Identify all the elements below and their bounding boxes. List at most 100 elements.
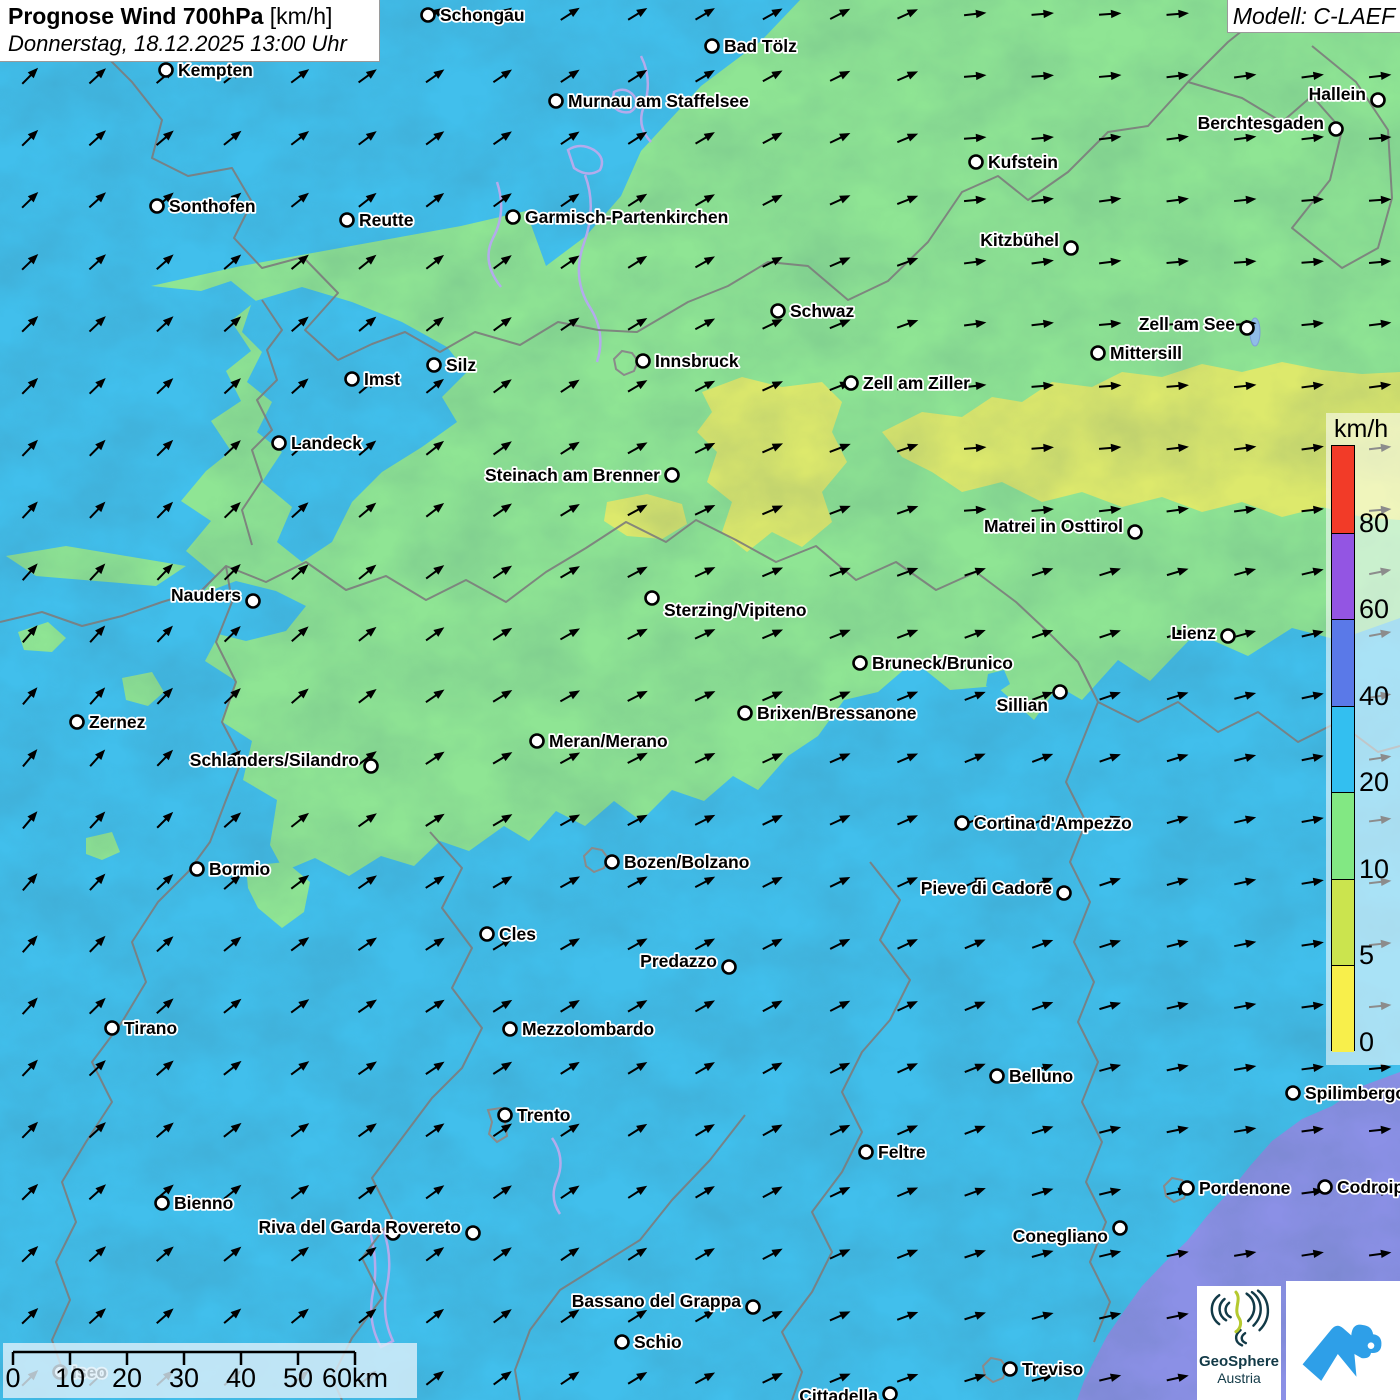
city-label: Cles	[499, 924, 536, 944]
city: Schio	[616, 1332, 682, 1352]
distance-scale-bar: 0102030405060km	[3, 1343, 417, 1398]
city: Zell am Ziller	[845, 373, 971, 393]
city: Silz	[428, 355, 477, 375]
city: Bozen/Bolzano	[606, 852, 750, 872]
legend-tick: 0	[1359, 1027, 1399, 1055]
city-marker	[606, 856, 619, 869]
city-marker	[160, 64, 173, 77]
city-label: Imst	[364, 369, 400, 389]
city: Murnau am Staffelsee	[550, 91, 750, 111]
city-marker	[1065, 242, 1078, 255]
city: Garmisch-Partenkirchen	[507, 207, 729, 227]
legend-tick: 80	[1359, 508, 1399, 536]
city-marker	[723, 961, 736, 974]
city-label: Meran/Merano	[549, 731, 668, 751]
city-marker	[1287, 1087, 1300, 1100]
city-marker	[666, 469, 679, 482]
city-label: Brixen/Bressanone	[757, 703, 917, 723]
geosphere-contour-icon	[1201, 1286, 1277, 1350]
city-marker	[273, 437, 286, 450]
city-marker	[428, 359, 441, 372]
geosphere-logo-name: GeoSphere	[1197, 1353, 1281, 1370]
city-label: Cittadella	[799, 1386, 878, 1400]
city-label: Belluno	[1009, 1066, 1073, 1086]
city-label: Silz	[446, 355, 476, 375]
wind-forecast-map-page: SchongauBad TölzKemptenMurnau am Staffel…	[0, 0, 1400, 1400]
city-marker	[1004, 1363, 1017, 1376]
city-label: Predazzo	[640, 951, 717, 971]
city-marker	[1319, 1181, 1332, 1194]
city-label: Pordenone	[1199, 1178, 1291, 1198]
city-marker	[507, 211, 520, 224]
mountain-cloud-icon	[1286, 1281, 1400, 1400]
city-marker	[956, 817, 969, 830]
city-label: Innsbruck	[655, 351, 739, 371]
city-label: Schio	[634, 1332, 682, 1352]
legend-tick: 10	[1359, 854, 1399, 882]
city-label: Spilimbergo	[1305, 1083, 1400, 1103]
legend-segment	[1332, 706, 1354, 793]
city-marker	[1114, 1222, 1127, 1235]
map-title-box: Prognose Wind 700hPa [km/h] Donnerstag, …	[0, 0, 380, 62]
city: Bassano del Grappa	[572, 1291, 760, 1314]
map-title-text: Prognose Wind 700hPa	[8, 3, 263, 29]
city: Cles	[481, 924, 537, 944]
city: Brixen/Bressanone	[739, 703, 917, 723]
city-label: Mittersill	[1110, 343, 1182, 363]
city-marker	[772, 305, 785, 318]
city-marker	[1330, 123, 1343, 136]
city-marker	[706, 40, 719, 53]
city-label: Bormio	[209, 859, 270, 879]
city-marker	[71, 716, 84, 729]
legend-segment	[1332, 965, 1354, 1052]
city-marker	[550, 95, 563, 108]
city: Berchtesgaden	[1198, 113, 1343, 136]
city-marker	[1058, 887, 1071, 900]
city-marker	[365, 760, 378, 773]
city-label: Sonthofen	[169, 196, 256, 216]
city-label: Conegliano	[1013, 1226, 1108, 1246]
city-label: Tirano	[124, 1018, 177, 1038]
model-label: Modell: C-LAEF	[1227, 0, 1400, 33]
city-marker	[531, 735, 544, 748]
city-label: Codroipo	[1337, 1177, 1400, 1197]
city-marker	[106, 1022, 119, 1035]
city-label: Steinach am Brenner	[485, 465, 660, 485]
legend-segment	[1332, 792, 1354, 879]
city-label: Riva del Garda	[258, 1217, 381, 1237]
city-marker	[747, 1301, 760, 1314]
city-label: Kempten	[178, 60, 253, 80]
legend-segment	[1332, 446, 1354, 533]
city-label: Kufstein	[988, 152, 1058, 172]
city-marker	[1241, 322, 1254, 335]
city-marker	[845, 377, 858, 390]
city-marker	[504, 1023, 517, 1036]
city-label: Schwaz	[790, 301, 854, 321]
city-label: Matrei in Osttirol	[984, 516, 1123, 536]
city-label: Pieve di Cadore	[921, 878, 1053, 898]
city-label: Cortina d'Ampezzo	[974, 813, 1132, 833]
map-title: Prognose Wind 700hPa [km/h]	[8, 3, 332, 30]
legend-tick: 60	[1359, 594, 1399, 622]
city-label: Kitzbühel	[980, 230, 1059, 250]
city: Mezzolombardo	[504, 1019, 655, 1039]
city-marker	[739, 707, 752, 720]
city-marker	[422, 9, 435, 22]
legend-title: km/h	[1334, 415, 1388, 444]
city-marker	[499, 1109, 512, 1122]
city: Steinach am Brenner	[485, 465, 679, 485]
city-marker	[970, 156, 983, 169]
city-label: Trento	[517, 1105, 570, 1125]
city-marker	[1129, 526, 1142, 539]
city-label: Zell am Ziller	[863, 373, 970, 393]
city: Matrei in Osttirol	[984, 516, 1142, 539]
city-label: Schlanders/Silandro	[190, 750, 359, 770]
geosphere-logo: GeoSphere Austria	[1197, 1286, 1281, 1400]
city-marker	[346, 373, 359, 386]
city-marker	[1372, 94, 1385, 107]
city: Riva del Garda	[258, 1217, 399, 1240]
city-marker	[481, 928, 494, 941]
city-marker	[191, 863, 204, 876]
city-label: Bruneck/Brunico	[872, 653, 1013, 673]
city-label: Murnau am Staffelsee	[568, 91, 749, 111]
